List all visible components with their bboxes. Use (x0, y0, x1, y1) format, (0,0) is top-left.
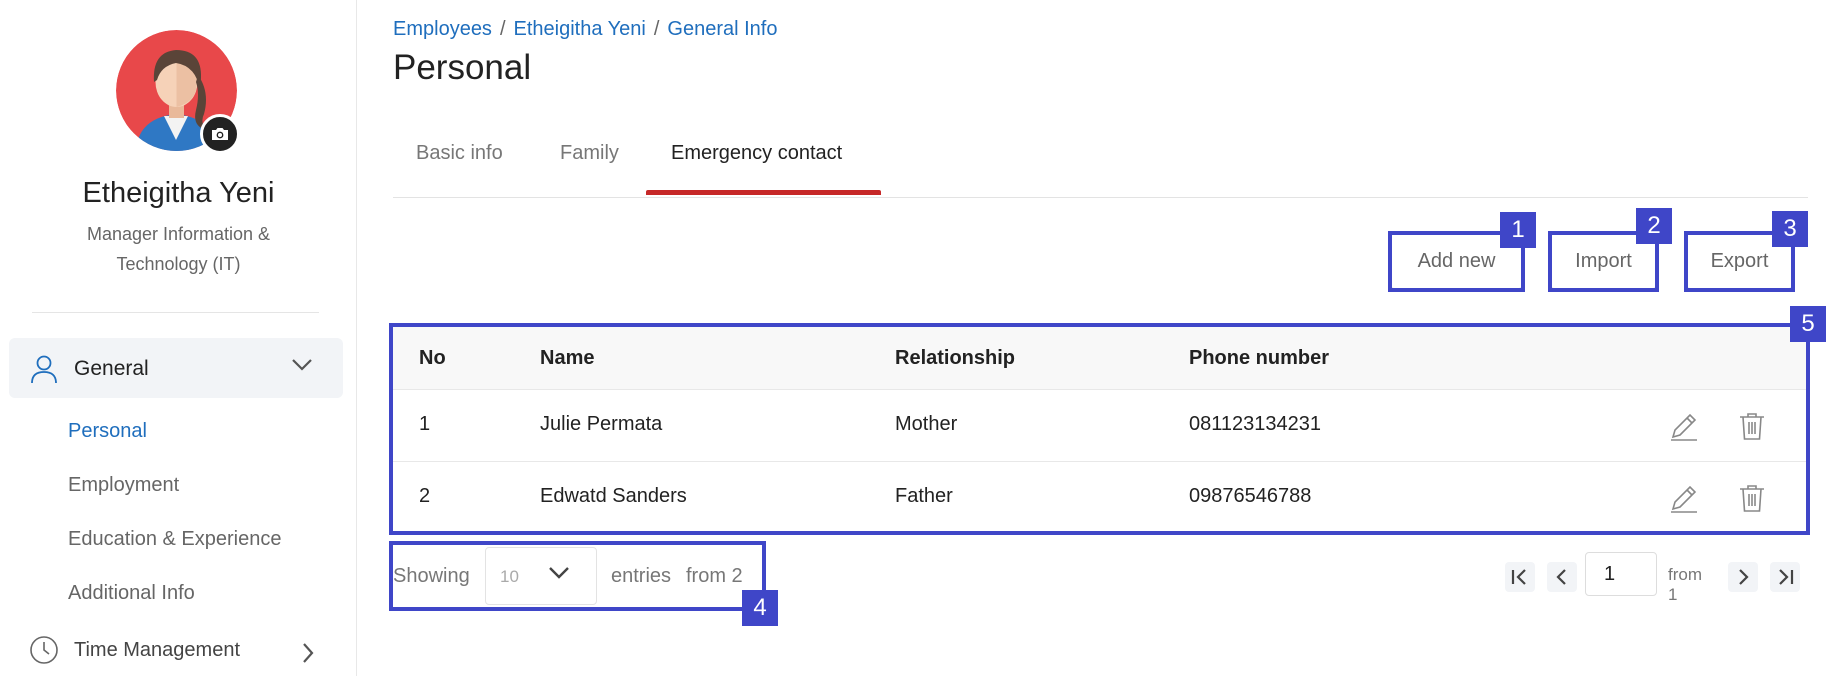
breadcrumb-employees[interactable]: Employees (393, 18, 492, 40)
showing-label: Showing (393, 565, 470, 587)
user-name: Etheigitha Yeni (82, 177, 275, 209)
annotation-tag-1: 1 (1500, 212, 1536, 248)
last-page-icon (1779, 569, 1794, 585)
user-role: Manager Information & Technology (IT) (86, 224, 271, 274)
delete-icon[interactable] (1736, 410, 1768, 447)
annotation-tag-3: 3 (1772, 211, 1808, 247)
cell-name: Edwatd Sanders (540, 485, 687, 507)
sidebar-item-general[interactable]: General (9, 338, 343, 398)
page-size-select[interactable]: 10 (485, 547, 597, 605)
next-page-button[interactable] (1728, 562, 1758, 592)
first-page-button[interactable] (1505, 562, 1535, 592)
first-page-icon (1511, 569, 1526, 585)
table-row: 2 Edwatd Sanders Father 09876546788 (393, 462, 1806, 534)
sidebar-subitem-additional-info[interactable]: Additional Info (68, 582, 195, 605)
active-tab-indicator (646, 190, 881, 195)
delete-icon[interactable] (1736, 482, 1768, 519)
cell-relationship: Mother (895, 413, 958, 435)
cell-phone: 081123134231 (1189, 413, 1321, 435)
tab-emergency-contact[interactable]: Emergency contact (671, 142, 842, 165)
tab-family[interactable]: Family (560, 142, 619, 165)
sidebar-item-label: General (74, 357, 149, 380)
page-title: Personal (393, 48, 532, 87)
emergency-contact-table: No Name Relationship Phone number 1 Juli… (393, 327, 1806, 534)
table-header: No Name Relationship Phone number (393, 327, 1806, 390)
annotation-tag-4: 4 (742, 590, 778, 626)
page-size-value: 10 (500, 567, 519, 586)
breadcrumb-general-info[interactable]: General Info (667, 18, 777, 40)
user-icon (29, 354, 59, 389)
chevron-right-icon (301, 642, 315, 669)
clock-icon (29, 635, 59, 670)
sidebar-subitem-employment[interactable]: Employment (68, 474, 179, 497)
camera-icon (212, 128, 228, 140)
column-header-phone-number: Phone number (1189, 347, 1330, 369)
profile-avatar (116, 30, 240, 154)
change-photo-button[interactable] (200, 114, 240, 154)
sidebar-item-time-management[interactable]: Time Management (27, 630, 327, 670)
column-header-relationship: Relationship (895, 347, 1016, 369)
column-header-no: No (419, 347, 446, 369)
breadcrumb: Employees / Etheigitha Yeni / General Info (393, 18, 777, 41)
breadcrumb-separator: / (653, 18, 660, 40)
chevron-right-icon (1739, 569, 1749, 585)
sidebar-subitem-personal[interactable]: Personal (68, 420, 147, 443)
chevron-down-icon (291, 358, 313, 377)
table-row: 1 Julie Permata Mother 081123134231 (393, 390, 1806, 462)
cell-no: 2 (419, 485, 431, 507)
tab-basic-info[interactable]: Basic info (416, 142, 503, 165)
previous-page-button[interactable] (1547, 562, 1577, 592)
column-header-name: Name (540, 347, 595, 369)
tab-bar: Basic info Family Emergency contact (393, 128, 1808, 198)
cell-name: Julie Permata (540, 413, 663, 435)
chevron-down-icon (548, 566, 570, 585)
page-number-input[interactable] (1585, 552, 1657, 596)
breadcrumb-separator: / (499, 18, 506, 40)
cell-phone: 09876546788 (1189, 485, 1312, 507)
sidebar-subitem-education-experience[interactable]: Education & Experience (68, 528, 281, 551)
cell-no: 1 (419, 413, 431, 435)
cell-relationship: Father (895, 485, 953, 507)
sidebar-divider (32, 312, 319, 313)
entries-label: entries (611, 565, 672, 587)
sidebar: Etheigitha Yeni Manager Information & Te… (0, 0, 357, 676)
chevron-left-icon (1556, 569, 1566, 585)
page-count-label: from 1 (1668, 565, 1702, 604)
breadcrumb-employee-name[interactable]: Etheigitha Yeni (514, 18, 646, 40)
edit-icon[interactable] (1668, 410, 1700, 447)
edit-icon[interactable] (1668, 482, 1700, 519)
total-entries-label: from 2 (686, 565, 743, 587)
annotation-tag-5: 5 (1790, 306, 1826, 342)
last-page-button[interactable] (1770, 562, 1800, 592)
annotation-tag-2: 2 (1636, 208, 1672, 244)
sidebar-item-label: Time Management (74, 639, 240, 661)
